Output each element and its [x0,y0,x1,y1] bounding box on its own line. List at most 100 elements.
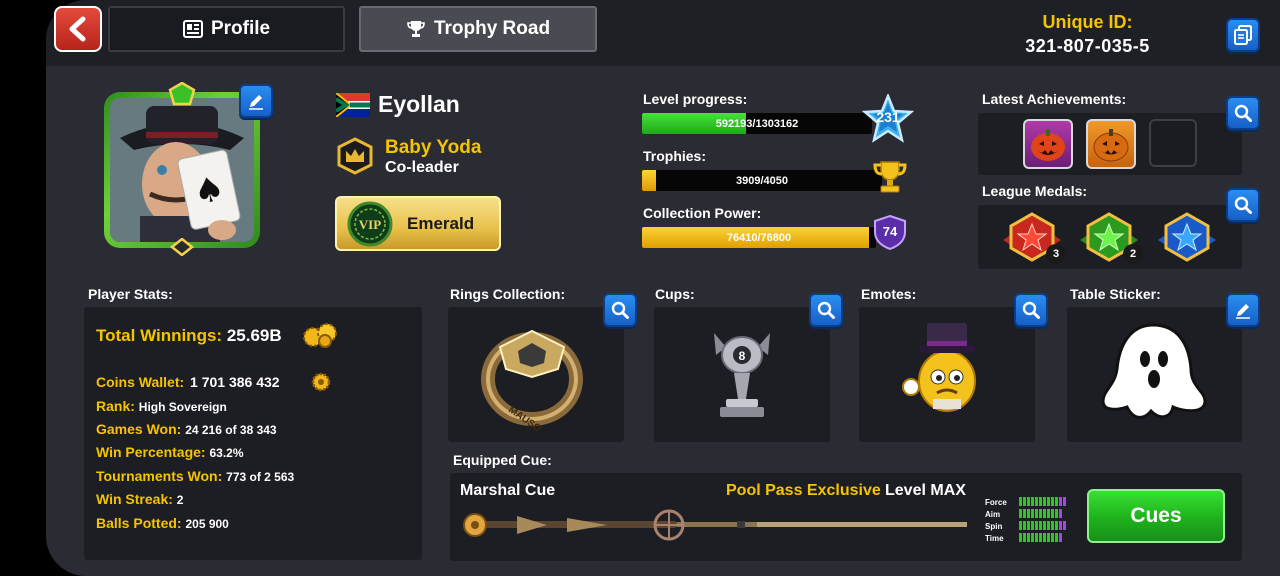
skill-segment [1055,533,1058,542]
tab-trophy-road-label: Trophy Road [433,18,551,39]
achievement-pumpkin-orange[interactable] [1086,119,1136,169]
rank-row: Rank: High Sovereign [96,398,227,414]
pencil-icon [1236,304,1250,319]
back-button[interactable] [54,6,102,52]
emotes-box[interactable] [859,307,1035,442]
total-winnings-label: Total Winnings: [96,326,223,345]
club-role: Co-leader [385,159,459,176]
cue-skills: Force Aim Spin Time [985,492,1085,543]
skill-segment [1051,533,1054,542]
skill-segment [1035,533,1038,542]
svg-text:VIP: VIP [359,217,381,232]
profile-card-icon [182,20,203,38]
rank-value: High Sovereign [138,400,227,414]
games-won-value: 24 216 of 38 343 [185,423,277,437]
collection-power-bar: 76410/76800 [642,227,876,248]
pencil-icon [249,95,263,110]
magnifier-icon [1022,301,1040,319]
win-percentage-row: Win Percentage: 63.2% [96,444,244,460]
collection-power-text: 76410/76800 [726,231,792,244]
copy-id-button[interactable] [1226,18,1260,52]
marshal-cue-image[interactable] [457,506,975,544]
edit-sticker-button[interactable] [1226,293,1260,327]
vip-tier-label: Emerald [407,213,475,233]
coins-wallet-row: Coins Wallet: 1 701 386 432 [96,374,280,390]
win-streak-row: Win Streak: 2 [96,491,183,507]
rings-collection-box[interactable]: MAUSO [448,307,624,442]
league-medals-label: League Medals: [982,183,1088,199]
gentleman-emote-icon [902,323,976,412]
emotes-label: Emotes: [861,286,917,302]
unique-id-value: 321-807-035-5 [1025,36,1150,56]
tournaments-won-label: Tournaments Won: [96,468,223,484]
coins-wallet-value: 1 701 386 432 [190,374,280,390]
avatar-portrait-image: ♠ [110,98,254,242]
trophies-label: Trophies: [643,148,707,164]
tournaments-won-row: Tournaments Won: 773 of 2 563 [96,468,294,484]
balls-potted-row: Balls Potted: 205 900 [96,515,229,531]
skill-segment [1043,533,1046,542]
blue-league-medal-icon[interactable] [1158,212,1216,262]
games-won-label: Games Won: [96,421,182,437]
win-percentage-value: 63.2% [209,446,244,460]
edit-avatar-button[interactable] [239,84,273,118]
skill-time-bar [1019,529,1063,547]
skill-time-label: Time [985,534,1004,543]
pumpkin-icon [1093,129,1129,162]
pumpkin-icon [1031,129,1065,161]
win-streak-label: Win Streak: [96,491,173,507]
dragon-cup-icon: 8 [714,333,770,417]
club-name[interactable]: Baby Yoda [385,137,481,159]
skill-segment [1031,533,1034,542]
trophies-bar: 3909/4050 [642,170,882,191]
win-streak-value: 2 [176,493,184,507]
coin-icon [311,372,331,392]
tab-profile-label: Profile [210,18,271,39]
gold-trophy-icon [873,161,907,193]
cue-tag: Pool Pass Exclusive [726,482,881,499]
cups-search-button[interactable] [809,293,843,327]
tournaments-won-value: 773 of 2 563 [226,470,295,484]
green-medal-count: 2 [1123,244,1143,264]
tab-profile[interactable]: Profile [108,6,345,52]
rings-search-button[interactable] [603,293,637,327]
level-progress-bar: 592193/1303162 [642,113,872,134]
cups-label: Cups: [655,286,695,302]
achievement-pumpkin-purple[interactable] [1023,119,1073,169]
balls-potted-label: Balls Potted: [96,515,182,531]
balls-potted-value: 205 900 [185,517,229,531]
magnifier-icon [817,301,835,319]
player-avatar[interactable]: ♠ [104,92,260,248]
cups-box[interactable]: 8 [654,307,830,442]
tab-trophy-road[interactable]: Trophy Road [359,6,597,52]
rings-collection-label: Rings Collection: [450,286,566,302]
cue-level: Level MAX [885,482,966,499]
vip-badge-icon: VIP [347,201,393,246]
skill-spin: Spin [985,516,1085,531]
ghost-sticker-icon [1101,323,1207,419]
total-winnings-row: Total Winnings: 25.69B [96,326,282,346]
skill-aim: Aim [985,504,1085,519]
total-winnings-value: 25.69B [226,326,282,345]
cues-button[interactable]: Cues [1087,489,1225,543]
skill-time: Time [985,528,1085,543]
level-number: 231 [876,109,900,125]
achievements-search-button[interactable] [1226,96,1260,130]
vip-status-button[interactable]: VIP Emerald [335,196,501,251]
skill-segment [1059,533,1062,542]
player-stats-label: Player Stats: [88,286,173,302]
red-medal-count: 3 [1046,244,1066,264]
championship-ring-icon: MAUSO [481,329,583,435]
win-percentage-label: Win Percentage: [96,444,206,460]
collection-power-badge: 74 [872,214,908,251]
back-arrow-icon [69,16,86,42]
screen: Profile Trophy Road Unique ID: 321-807-0… [0,0,1280,576]
table-sticker-box[interactable] [1067,307,1242,442]
league-medals-search-button[interactable] [1226,188,1260,222]
level-star-badge[interactable]: 231 [861,92,915,144]
table-sticker-label: Table Sticker: [1070,286,1161,302]
svg-text:8: 8 [739,349,746,363]
trophies-text: 3909/4050 [736,174,788,187]
emotes-search-button[interactable] [1014,293,1048,327]
latest-achievements-label: Latest Achievements: [982,91,1127,107]
